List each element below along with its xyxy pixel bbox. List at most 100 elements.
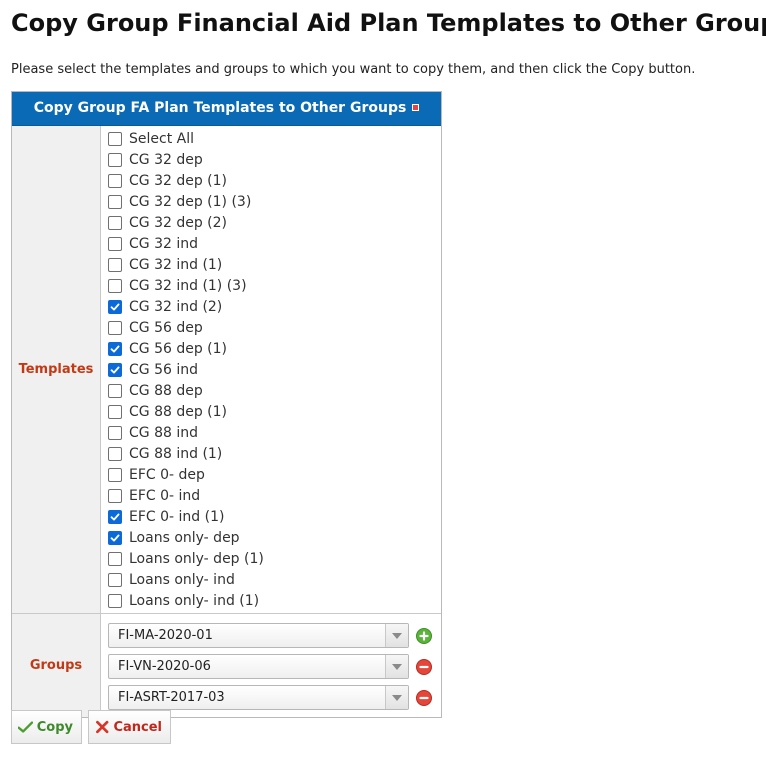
checkbox[interactable] bbox=[108, 572, 122, 587]
template-option[interactable]: EFC 0- ind (1) bbox=[108, 506, 441, 527]
template-option[interactable]: CG 56 ind bbox=[108, 359, 441, 380]
checkbox[interactable] bbox=[108, 173, 122, 188]
checkbox[interactable] bbox=[108, 551, 122, 566]
template-label: EFC 0- ind bbox=[129, 487, 201, 504]
required-marker-icon bbox=[412, 103, 420, 111]
template-label: Loans only- ind bbox=[129, 571, 235, 588]
template-option[interactable]: CG 88 dep (1) bbox=[108, 401, 441, 422]
checkbox[interactable] bbox=[108, 488, 122, 503]
groups-label: Groups bbox=[12, 614, 101, 717]
template-label: CG 32 ind bbox=[129, 235, 198, 252]
template-label: CG 88 ind (1) bbox=[129, 445, 223, 462]
checkbox[interactable] bbox=[108, 320, 122, 335]
template-option[interactable]: Loans only- dep bbox=[108, 527, 441, 548]
checkbox[interactable] bbox=[108, 530, 122, 545]
copy-button-label: Copy bbox=[36, 719, 73, 735]
checkbox[interactable] bbox=[108, 383, 122, 398]
template-option[interactable]: CG 32 dep (2) bbox=[108, 212, 441, 233]
template-option[interactable]: CG 32 ind (1) (3) bbox=[108, 275, 441, 296]
template-option[interactable]: Loans only- ind bbox=[108, 569, 441, 590]
template-label: CG 32 dep bbox=[129, 151, 203, 168]
cancel-button[interactable]: Cancel bbox=[88, 710, 171, 744]
template-option[interactable]: CG 88 ind (1) bbox=[108, 443, 441, 464]
template-label: CG 56 dep (1) bbox=[129, 340, 228, 357]
template-option[interactable]: CG 32 dep (1) bbox=[108, 170, 441, 191]
template-option[interactable]: EFC 0- ind bbox=[108, 485, 441, 506]
template-option[interactable]: CG 32 dep (1) (3) bbox=[108, 191, 441, 212]
groups-row: Groups FI-MA-2020-01 FI-VN-2020-06 FI-ASRT… bbox=[12, 613, 441, 717]
check-icon bbox=[110, 366, 120, 373]
action-buttons: Copy Cancel bbox=[11, 710, 177, 744]
checkbox[interactable] bbox=[108, 425, 122, 440]
check-icon bbox=[110, 513, 120, 520]
checkbox[interactable] bbox=[108, 341, 122, 356]
group-select-value: FI-ASRT-2017-03 bbox=[118, 690, 225, 705]
templates-row: Templates Select All CG 32 dep CG 32 dep (… bbox=[12, 126, 441, 613]
checkbox[interactable] bbox=[108, 194, 122, 209]
templates-list: Select All CG 32 dep CG 32 dep (1) CG 32 de… bbox=[101, 126, 441, 613]
add-group-icon[interactable] bbox=[416, 627, 432, 644]
template-option[interactable]: CG 56 dep (1) bbox=[108, 338, 441, 359]
template-label: CG 32 dep (1) (3) bbox=[129, 193, 252, 210]
remove-group-icon[interactable] bbox=[416, 689, 432, 706]
checkbox[interactable] bbox=[108, 362, 122, 377]
checkbox[interactable] bbox=[108, 593, 122, 608]
panel-title: Copy Group FA Plan Templates to Other Gr… bbox=[33, 100, 407, 116]
checkbox[interactable] bbox=[108, 446, 122, 461]
template-option[interactable]: Loans only- dep (1) bbox=[108, 548, 441, 569]
group-select[interactable]: FI-MA-2020-01 bbox=[108, 623, 409, 648]
checkbox[interactable] bbox=[108, 467, 122, 482]
checkbox[interactable] bbox=[108, 257, 122, 272]
template-option[interactable]: CG 32 ind bbox=[108, 233, 441, 254]
template-option[interactable]: EFC 0- dep bbox=[108, 464, 441, 485]
template-label: EFC 0- ind (1) bbox=[129, 508, 225, 525]
template-label: CG 56 dep bbox=[129, 319, 203, 336]
group-select[interactable]: FI-ASRT-2017-03 bbox=[108, 685, 409, 710]
template-label: CG 32 ind (1) bbox=[129, 256, 223, 273]
checkbox[interactable] bbox=[108, 236, 122, 251]
template-label: CG 88 dep (1) bbox=[129, 403, 228, 420]
template-option[interactable]: CG 32 dep bbox=[108, 149, 441, 170]
group-row: FI-MA-2020-01 bbox=[108, 620, 441, 651]
checkbox[interactable] bbox=[108, 509, 122, 524]
template-option[interactable]: CG 32 ind (2) bbox=[108, 296, 441, 317]
page-title: Copy Group Financial Aid Plan Templates … bbox=[11, 9, 766, 37]
select-all-option[interactable]: Select All bbox=[108, 128, 441, 149]
group-row: FI-ASRT-2017-03 bbox=[108, 682, 441, 713]
group-select-value: FI-VN-2020-06 bbox=[118, 659, 211, 674]
checkbox[interactable] bbox=[108, 215, 122, 230]
template-label: CG 32 ind (1) (3) bbox=[129, 277, 247, 294]
checkbox[interactable] bbox=[108, 131, 122, 146]
page: Copy Group Financial Aid Plan Templates … bbox=[0, 0, 766, 769]
template-label: Loans only- dep bbox=[129, 529, 240, 546]
group-select[interactable]: FI-VN-2020-06 bbox=[108, 654, 409, 679]
checkbox[interactable] bbox=[108, 404, 122, 419]
template-option[interactable]: CG 56 dep bbox=[108, 317, 441, 338]
remove-group-icon[interactable] bbox=[416, 658, 432, 675]
panel-header: Copy Group FA Plan Templates to Other Gr… bbox=[12, 92, 441, 126]
template-option[interactable]: CG 88 ind bbox=[108, 422, 441, 443]
templates-label: Templates bbox=[12, 126, 101, 613]
template-label: Loans only- dep (1) bbox=[129, 550, 264, 567]
chevron-down-icon[interactable] bbox=[385, 686, 408, 709]
checkbox[interactable] bbox=[108, 278, 122, 293]
template-option[interactable]: CG 88 dep bbox=[108, 380, 441, 401]
check-icon bbox=[110, 534, 120, 541]
chevron-down-icon[interactable] bbox=[385, 655, 408, 678]
template-label: CG 88 dep bbox=[129, 382, 203, 399]
chevron-down-icon[interactable] bbox=[385, 624, 408, 647]
copy-button[interactable]: Copy bbox=[11, 710, 82, 744]
template-option[interactable]: CG 32 ind (1) bbox=[108, 254, 441, 275]
template-label: Select All bbox=[129, 130, 194, 147]
instructions-text: Please select the templates and groups t… bbox=[11, 62, 696, 77]
group-select-value: FI-MA-2020-01 bbox=[118, 628, 213, 643]
copy-templates-panel: Copy Group FA Plan Templates to Other Gr… bbox=[11, 91, 442, 718]
checkbox[interactable] bbox=[108, 152, 122, 167]
check-icon bbox=[110, 345, 120, 352]
checkbox[interactable] bbox=[108, 299, 122, 314]
template-option[interactable]: Loans only- ind (1) bbox=[108, 590, 441, 611]
template-label: CG 32 ind (2) bbox=[129, 298, 223, 315]
template-label: CG 88 ind bbox=[129, 424, 198, 441]
groups-list: FI-MA-2020-01 FI-VN-2020-06 FI-ASRT-2017-0… bbox=[101, 614, 441, 717]
checkmark-icon bbox=[18, 721, 33, 733]
